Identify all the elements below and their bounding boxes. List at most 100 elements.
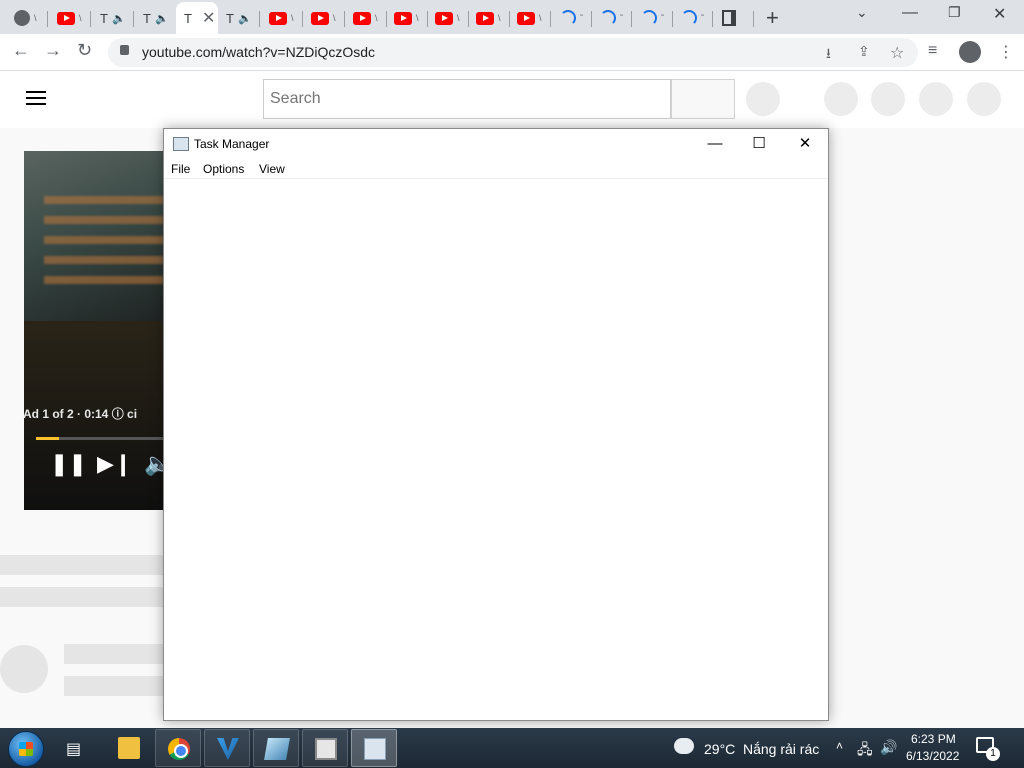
menu-options[interactable]: Options [203, 162, 244, 176]
loading-spinner-icon [600, 10, 616, 26]
subtitle-skeleton [0, 587, 164, 607]
close-button[interactable]: ✕ [782, 129, 828, 159]
youtube-icon [476, 11, 494, 25]
reload-button[interactable]: ↻ [77, 40, 92, 61]
minimize-button[interactable]: — [902, 4, 918, 22]
youtube-icon [353, 11, 371, 25]
tab-search-icon[interactable]: ⌄ [856, 4, 868, 21]
restore-button[interactable]: ❐ [948, 4, 961, 21]
bookmark-star-icon[interactable]: ☆ [890, 43, 904, 63]
share-icon[interactable]: ⇪ [858, 43, 870, 60]
menu-file[interactable]: File [171, 162, 190, 176]
youtube-header [0, 71, 1024, 128]
close-tab-icon[interactable]: ✕ [202, 8, 215, 28]
tab-7[interactable]: \ [261, 2, 303, 34]
tab-13[interactable]: \ [509, 2, 551, 34]
taskbar-app-4[interactable] [253, 729, 299, 767]
start-button[interactable] [8, 731, 44, 767]
tab-label: \ [457, 13, 460, 23]
taskbar-chrome[interactable] [155, 729, 201, 767]
tab-12[interactable]: \ [468, 2, 510, 34]
notification-badge: 1 [986, 747, 1000, 761]
tab-label: \ [498, 13, 501, 23]
youtube-icon [269, 11, 287, 25]
profile-avatar-icon[interactable] [959, 41, 981, 63]
weather-icon[interactable] [672, 733, 694, 754]
tab-15[interactable]: ˜ [592, 2, 632, 34]
minimize-button[interactable]: — [692, 129, 738, 159]
tab-8[interactable]: \ [303, 2, 345, 34]
tab-18[interactable] [714, 2, 754, 34]
taskbar-task-manager[interactable] [351, 729, 397, 767]
task-view-icon[interactable]: ▤ [66, 739, 81, 759]
back-button[interactable]: ← [12, 40, 30, 61]
loading-spinner-icon [681, 10, 697, 26]
show-hidden-icons-caret[interactable]: ˄ [836, 739, 843, 753]
lock-icon[interactable] [120, 45, 129, 55]
loading-spinner-icon [560, 10, 576, 26]
avatar-placeholder [967, 82, 1001, 116]
tab-6[interactable]: T 🔈 [218, 2, 260, 34]
address-bar[interactable]: youtube.com/watch?v=NZDiQczOsdc ⭳ ⇪ ☆ [108, 38, 918, 67]
forward-button[interactable]: → [44, 40, 62, 61]
youtube-icon [57, 11, 75, 25]
tab-label: \ [333, 13, 336, 23]
new-tab-button[interactable]: + [766, 5, 779, 31]
video-progress-fill [36, 437, 60, 440]
tab-1[interactable]: \ [6, 2, 48, 34]
tab-4[interactable]: T 🔈 [135, 2, 177, 34]
pause-icon[interactable]: ❚❚ [50, 451, 87, 477]
taskbar-app-3[interactable] [204, 729, 250, 767]
task-manager-titlebar[interactable]: Task Manager — ☐ ✕ [164, 129, 828, 159]
close-window-button[interactable]: ✕ [993, 4, 1006, 24]
menu-kebab-icon[interactable]: ⋮ [998, 42, 1014, 62]
clock-date[interactable]: 6/13/2022 [906, 749, 959, 763]
menu-view[interactable]: View [259, 162, 285, 176]
app-icon [264, 738, 290, 760]
globe-icon [14, 10, 30, 26]
tab-14[interactable]: ˜ [552, 2, 592, 34]
tab-11[interactable]: \ [427, 2, 469, 34]
task-manager-content [164, 179, 828, 720]
tab-label: ˜ [661, 13, 664, 23]
video-progress-bar[interactable] [36, 437, 164, 440]
loading-spinner-icon [641, 10, 657, 26]
youtube-icon [311, 11, 329, 25]
clock-time[interactable]: 6:23 PM [911, 732, 956, 746]
tab-label: T [100, 10, 108, 26]
video-player[interactable] [24, 151, 164, 510]
tab-label: \ [375, 13, 378, 23]
taskbar-file-explorer[interactable] [106, 729, 152, 767]
tab-16[interactable]: ˜ [633, 2, 673, 34]
tab-3[interactable]: T 🔈 [92, 2, 134, 34]
next-icon[interactable]: ▶❙ [97, 451, 132, 477]
youtube-icon [435, 11, 453, 25]
tab-9[interactable]: \ [345, 2, 387, 34]
hamburger-menu-icon[interactable] [26, 91, 46, 105]
install-app-icon[interactable]: ⭳ [826, 43, 831, 67]
tab-2[interactable]: \ [49, 2, 91, 34]
network-icon[interactable]: 🖧 [857, 739, 873, 763]
tab-17[interactable]: ˜ [673, 2, 713, 34]
weather-temperature[interactable]: 29°C [704, 741, 735, 757]
url-text[interactable]: youtube.com/watch?v=NZDiQczOsdc [142, 44, 375, 60]
task-manager-icon [173, 137, 189, 151]
maximize-button[interactable]: ☐ [736, 129, 782, 159]
youtube-search-button[interactable] [671, 79, 735, 119]
channel-name-skeleton [64, 644, 164, 664]
volume-icon[interactable]: 🔊 [880, 739, 897, 756]
tab-label: ˜ [701, 13, 704, 23]
speaker-icon: 🔈 [237, 12, 252, 25]
channel-avatar-skeleton [0, 645, 48, 693]
tab-strip: \ \ T 🔈 T 🔈 T ✕ T 🔈 \ \ \ \ \ \ \ ˜ ˜ ˜ … [0, 0, 1024, 34]
weather-description[interactable]: Nắng rải rác [743, 741, 819, 757]
ad-counter: Ad 1 of 2 · 0:14 ⓘ ci [23, 407, 138, 421]
youtube-search-input[interactable] [263, 79, 671, 119]
tab-10[interactable]: \ [386, 2, 428, 34]
media-control-icon[interactable]: ≡ [928, 42, 937, 60]
task-manager-menubar: File Options View [164, 159, 828, 179]
tab-label: \ [539, 13, 542, 23]
tab-5-active[interactable]: T ✕ [176, 2, 218, 34]
speaker-icon: 🔈 [154, 12, 169, 25]
taskbar-app-5[interactable] [302, 729, 348, 767]
